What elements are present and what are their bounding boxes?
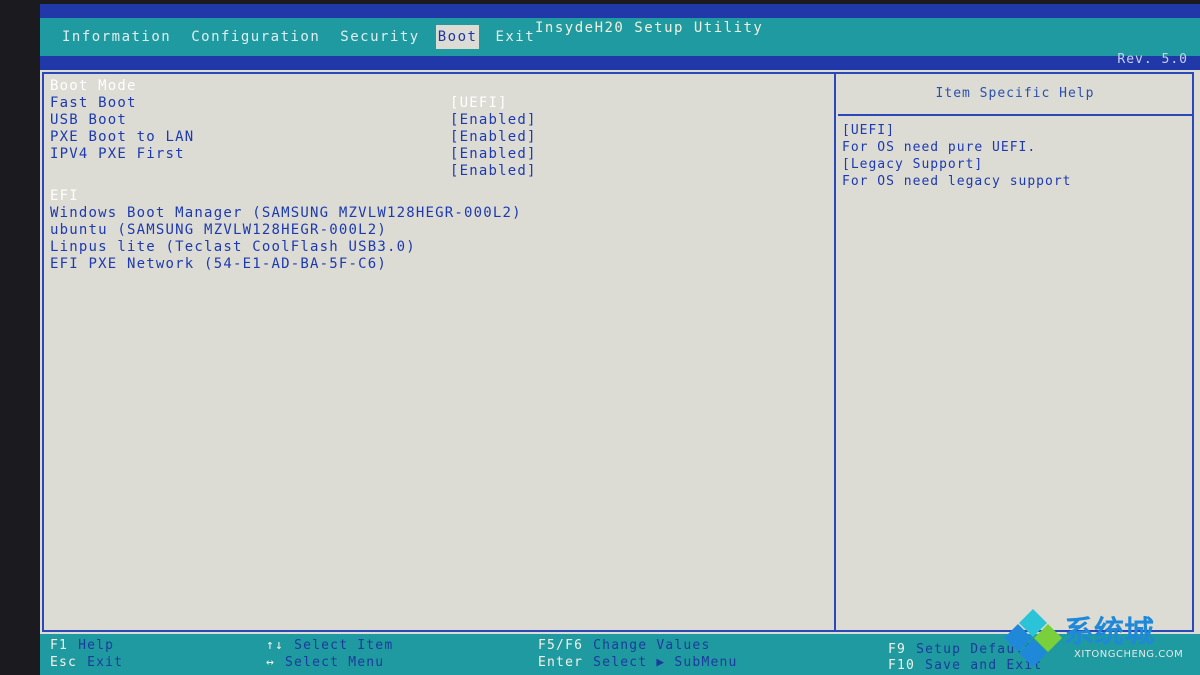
setting-row-fast-boot[interactable]: Fast Boot [UEFI]: [50, 95, 830, 112]
key-label: ↑↓: [266, 638, 285, 653]
setting-value[interactable]: [Enabled]: [450, 146, 537, 163]
setting-label: USB Boot: [50, 112, 128, 128]
efi-boot-entry[interactable]: ubuntu (SAMSUNG MZVLW128HEGR-000L2): [50, 222, 830, 239]
pane-divider: [834, 74, 836, 630]
help-header: Item Specific Help: [838, 74, 1192, 116]
setting-row-ipv4-pxe-first[interactable]: IPV4 PXE First [Enabled]: [50, 146, 830, 163]
watermark-text: 系统城: [1064, 615, 1154, 650]
help-line: For OS need legacy support: [842, 174, 1072, 189]
setting-row-extra[interactable]: [Enabled]: [50, 163, 830, 180]
key-label: F9: [888, 642, 907, 657]
tab-boot[interactable]: Boot: [435, 25, 480, 49]
setting-row-usb-boot[interactable]: USB Boot [Enabled]: [50, 112, 830, 129]
key-label: Enter: [538, 655, 584, 670]
key-desc: Change Values: [593, 638, 711, 653]
key-select-item: ↑↓ Select Item: [266, 638, 393, 653]
main-content: Boot Mode Fast Boot [UEFI] USB Boot [Ena…: [42, 72, 1194, 632]
boot-mode-label: Boot Mode: [50, 78, 137, 94]
key-label: F5/F6: [538, 638, 584, 653]
key-select-menu: ↔ Select Menu: [266, 655, 384, 670]
revision-label: Rev. 5.0: [1117, 52, 1188, 67]
tab-configuration[interactable]: Configuration: [181, 25, 330, 49]
watermark-logo-icon: [1004, 609, 1062, 667]
help-line: [Legacy Support]: [842, 157, 984, 172]
help-pane: Item Specific Help [UEFI] For OS need pu…: [838, 74, 1192, 630]
watermark-subtext: XITONGCHENG.COM: [1074, 649, 1184, 660]
key-change-values: F5/F6 Change Values: [538, 638, 711, 653]
tab-information[interactable]: Information: [52, 25, 181, 49]
help-line: [UEFI]: [842, 123, 895, 138]
key-exit: Esc Exit: [50, 655, 123, 670]
watermark: 系统城 XITONGCHENG.COM: [1002, 607, 1192, 667]
key-label: Esc: [50, 655, 78, 670]
boot-settings-pane: Boot Mode Fast Boot [UEFI] USB Boot [Ena…: [50, 78, 830, 626]
setting-label: IPV4 PXE First: [50, 146, 185, 162]
setting-value[interactable]: [Enabled]: [450, 163, 537, 180]
setting-value[interactable]: [Enabled]: [450, 129, 537, 146]
tab-security[interactable]: Security: [330, 25, 429, 49]
key-label: F10: [888, 658, 916, 673]
efi-boot-entry[interactable]: EFI PXE Network (54-E1-AD-BA-5F-C6): [50, 256, 830, 273]
app-title: InsydeH20 Setup Utility: [535, 20, 764, 36]
key-label: ↔: [266, 655, 276, 670]
key-desc: Select Menu: [285, 655, 385, 670]
key-select-submenu: Enter Select ▶ SubMenu: [538, 655, 738, 670]
efi-header: EFI: [50, 188, 79, 204]
key-desc: Exit: [87, 655, 124, 670]
efi-boot-entry[interactable]: Windows Boot Manager (SAMSUNG MZVLW128HE…: [50, 205, 830, 222]
efi-boot-entry[interactable]: Linpus lite (Teclast CoolFlash USB3.0): [50, 239, 830, 256]
bios-screen: Information Configuration Security Boot …: [40, 4, 1200, 675]
key-desc: Help: [78, 638, 115, 653]
setting-label: PXE Boot to LAN: [50, 129, 195, 145]
setting-label: Fast Boot: [50, 95, 137, 111]
key-label: F1: [50, 638, 69, 653]
help-line: For OS need pure UEFI.: [842, 140, 1037, 155]
help-body: [UEFI] For OS need pure UEFI. [Legacy Su…: [838, 116, 1192, 196]
setting-row-pxe-boot-lan[interactable]: PXE Boot to LAN [Enabled]: [50, 129, 830, 146]
key-help: F1 Help: [50, 638, 114, 653]
setting-value[interactable]: [UEFI]: [450, 95, 508, 112]
setting-value[interactable]: [Enabled]: [450, 112, 537, 129]
key-desc: Select ▶ SubMenu: [593, 655, 738, 670]
key-desc: Select Item: [294, 638, 394, 653]
